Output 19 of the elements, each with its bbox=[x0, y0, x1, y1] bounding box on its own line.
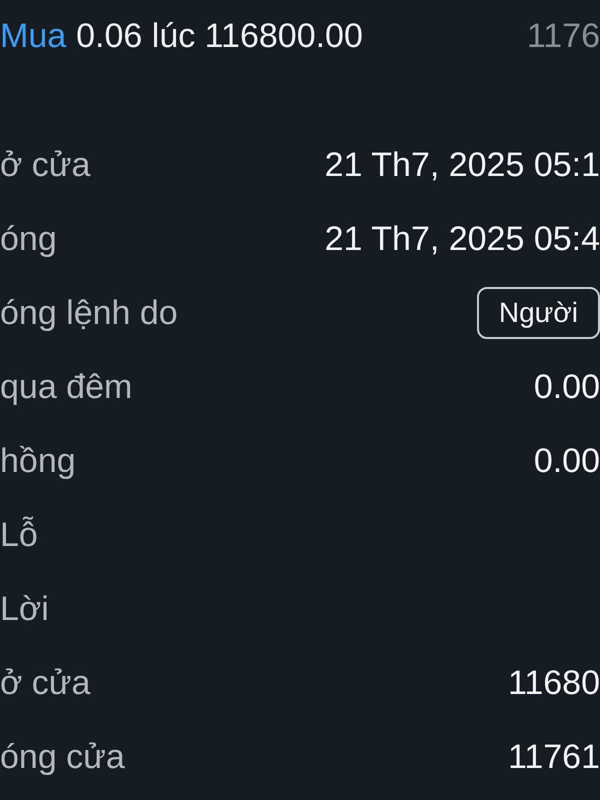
field-value: 21 Th7, 2025 05:1 bbox=[324, 146, 600, 184]
field-label: óng bbox=[0, 220, 57, 258]
field-value: 11761 bbox=[508, 738, 600, 776]
field-label: hồng bbox=[0, 442, 76, 480]
field-value: 21 Th7, 2025 05:4 bbox=[324, 220, 600, 258]
field-label: qua đêm bbox=[0, 368, 132, 406]
field-label: ở cửa bbox=[0, 664, 90, 702]
field-label: óng cửa bbox=[0, 738, 125, 776]
field-label: Lỗ bbox=[0, 516, 38, 554]
field-value: 0.00 bbox=[534, 442, 600, 480]
current-price: 1176 bbox=[526, 16, 600, 56]
order-detail: 0.06 lúc 116800.00 bbox=[76, 16, 363, 56]
field-label: Lời bbox=[0, 590, 49, 628]
field-value: 0.00 bbox=[534, 368, 600, 406]
field-label: óng lệnh do bbox=[0, 294, 178, 332]
field-label: ở cửa bbox=[0, 146, 90, 184]
order-side: Mua bbox=[0, 16, 66, 56]
field-value: 11680 bbox=[508, 664, 600, 702]
closed-by-tag: Người bbox=[476, 287, 600, 339]
